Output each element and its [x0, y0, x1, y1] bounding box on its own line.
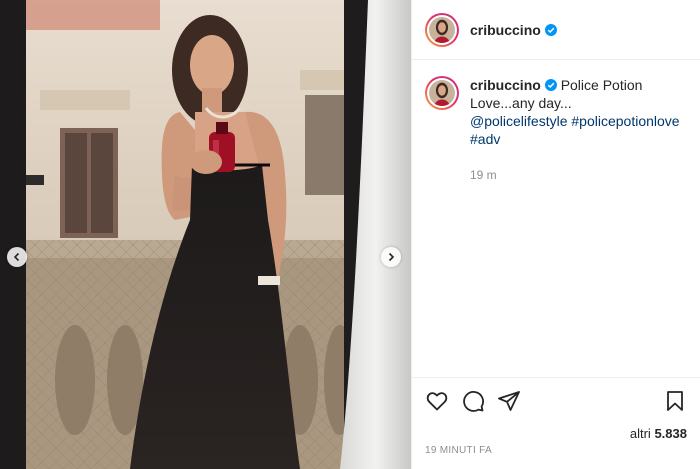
caption-comment: cribuccino Police Potion Love...any day.…	[412, 60, 700, 184]
verified-badge-icon	[544, 79, 557, 91]
likes-prefix: altri	[629, 426, 651, 441]
caption-username[interactable]: cribuccino	[470, 77, 541, 93]
verified-badge-icon	[544, 23, 557, 36]
avatar-image	[429, 80, 455, 106]
caption-avatar[interactable]	[425, 76, 459, 110]
heart-icon[interactable]	[425, 389, 449, 413]
likes-count[interactable]: altri 5.838	[425, 426, 687, 441]
post-actions: altri 5.838	[412, 377, 700, 441]
post-photo[interactable]	[0, 0, 411, 469]
next-photo-button[interactable]	[381, 247, 401, 267]
chevron-left-icon	[13, 252, 20, 262]
hashtag-link[interactable]: #policepotionlove	[571, 113, 679, 129]
post-timestamp: 19 MINUTI FA	[425, 445, 492, 456]
bookmark-icon[interactable]	[663, 389, 687, 413]
mention-link[interactable]: @policelifestyle	[470, 113, 567, 129]
header-username[interactable]: cribuccino	[470, 22, 541, 38]
post-header: cribuccino	[412, 0, 700, 60]
avatar[interactable]	[425, 12, 459, 47]
comment-icon[interactable]	[461, 389, 485, 413]
likes-number: 5.838	[654, 426, 687, 441]
share-icon[interactable]	[497, 389, 521, 413]
avatar-image	[429, 16, 455, 43]
post-details-panel: cribuccino cribuccino Police Potion Love…	[411, 0, 700, 469]
comment-time: 19 m	[470, 168, 497, 182]
previous-photo-button[interactable]	[7, 247, 27, 267]
chevron-right-icon	[388, 252, 395, 262]
caption-body: cribuccino Police Potion Love...any day.…	[470, 76, 684, 184]
hashtag-link[interactable]: #adv	[470, 131, 500, 147]
photo-image	[0, 0, 411, 469]
